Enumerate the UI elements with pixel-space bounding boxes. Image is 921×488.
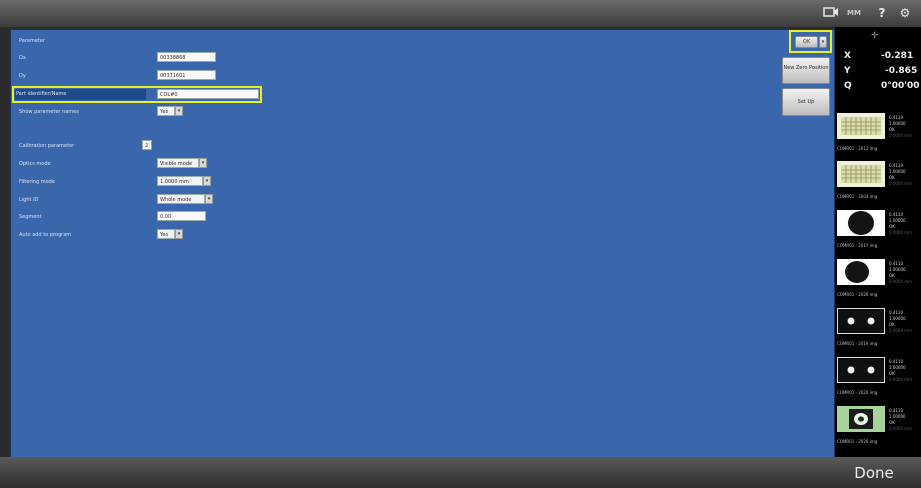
thumbnail-info: 0.4110 1.00000 OK 0.0000 mm (889, 115, 913, 138)
thumbnail-caption: COMR01 - 2017 img (837, 243, 878, 248)
chevron-down-icon: ▾ (175, 106, 183, 116)
row-label-dx: Dx (19, 55, 26, 61)
row-label-show-names: Show parameter names (19, 109, 79, 115)
filtering-select[interactable]: 1.0000 mm ▾ (157, 176, 211, 186)
thumbnail-item[interactable]: 0.4110 1.00000 OK 0.0000 mm COMR01 - 2004 i… (837, 161, 921, 204)
settings-icon[interactable]: ⚙ (898, 6, 912, 20)
auto-add-select[interactable]: Yes ▾ (157, 229, 183, 239)
grid-pattern-thumbnail (837, 113, 885, 139)
thumbnail-info: 0.4110 1.00000 OK 0.0000 mm (889, 310, 913, 333)
bottom-toolbar (0, 457, 921, 488)
dx-field[interactable]: 00338868 (157, 52, 216, 62)
thumbnail-info: 0.4110 1.00000 OK 0.0000 mm (889, 359, 913, 382)
auto-add-value: Yes (160, 232, 169, 238)
green-circle-thumbnail (837, 406, 885, 432)
filtering-value: 1.0000 mm (160, 179, 189, 185)
show-names-value: Yes (160, 109, 169, 115)
ok-dropdown-button[interactable]: ▾ (819, 36, 827, 48)
thumbnail-info: 0.4110 1.00000 OK 0.0000 mm (889, 408, 913, 431)
thumbnail-item[interactable]: 0.4110 1.00000 OK 0.0000 mm COMR01 - 2026 i… (837, 259, 921, 302)
top-toolbar: MM ? ⚙ (0, 0, 921, 27)
chevron-down-icon: ▾ (203, 176, 211, 186)
calibration-field[interactable]: 2 (142, 140, 152, 150)
help-button[interactable]: ? (876, 6, 888, 20)
thumbnail-caption: COMR01 - 2012 img (837, 146, 878, 151)
thumbnail-info: 0.4110 1.00000 OK 0.0000 mm (889, 212, 913, 235)
dark-circle-thumbnail (837, 259, 885, 285)
section-title: Parameter (19, 38, 46, 44)
thumbnail-info: 0.4110 1.00000 OK 0.0000 mm (889, 261, 913, 284)
optics-select[interactable]: Visible mode ▾ (157, 158, 207, 168)
dy-field[interactable]: 00371601 (157, 70, 216, 80)
y-label: Y (844, 66, 851, 76)
chevron-down-icon: ▾ (821, 39, 825, 45)
chevron-down-icon: ▾ (205, 194, 213, 204)
thumbnail-caption: COMR01 - 2026 img (837, 390, 878, 395)
y-value: -0.865 (885, 66, 918, 76)
set-zero-button[interactable]: New Zero Position (782, 57, 830, 84)
q-value: 0°00'00 (881, 81, 920, 91)
x-label: X (844, 51, 851, 61)
row-label-light: Light ID (19, 197, 39, 203)
segment-field[interactable]: 0.00 (157, 211, 206, 221)
thumbnail-item[interactable]: 0.4110 1.00000 OK 0.0000 mm COMR01 - 2026 i… (837, 406, 921, 448)
thumbnail-caption: COMR01 - 2004 img (837, 194, 878, 199)
thumbnail-item[interactable]: 0.4110 1.00000 OK 0.0000 mm COMR01 - 2017 i… (837, 210, 921, 253)
show-names-select[interactable]: Yes ▾ (157, 106, 183, 116)
crosshair-icon: ✛ (871, 31, 879, 41)
row-label-calibration: Calibration parameter (19, 143, 75, 149)
row-label-optics: Optics mode (19, 161, 51, 167)
chevron-down-icon: ▾ (175, 229, 183, 239)
row-label-segment: Segment (19, 214, 42, 220)
set-up-button[interactable]: Set Up (782, 88, 830, 116)
light-value: Whole mode (160, 197, 192, 203)
two-dots-thumbnail (837, 308, 885, 334)
part-identifier-field[interactable]: COL#0 (157, 89, 259, 99)
mode-button[interactable]: MM (846, 6, 862, 20)
ok-button[interactable]: OK (795, 36, 818, 48)
dark-circle-thumbnail (837, 210, 885, 236)
thumbnail-item[interactable]: 0.4110 1.00000 OK 0.0000 mm COMR01 - 2026 i… (837, 357, 921, 400)
x-value: -0.281 (881, 51, 914, 61)
thumbnail-caption: COMR01 - 2026 img (837, 292, 878, 297)
chevron-down-icon: ▾ (199, 158, 207, 168)
thumbnail-item[interactable]: 0.4110 1.00000 OK 0.0000 mm COMR01 - 2019 i… (837, 308, 921, 351)
row-label-auto-add: Auto add to program (19, 232, 72, 238)
row-label-part-identifier: Part identifier/Name (16, 91, 67, 97)
thumbnail-item[interactable]: 0.4110 1.00000 OK 0.0000 mm COMR01 - 2012 i… (837, 113, 921, 156)
two-dots-thumbnail (837, 357, 885, 383)
thumbnail-info: 0.4110 1.00000 OK 0.0000 mm (889, 163, 913, 186)
row-label-filtering: Filtering mode (19, 179, 55, 185)
light-select[interactable]: Whole mode ▾ (157, 194, 213, 204)
thumbnail-caption: COMR01 - 2019 img (837, 341, 878, 346)
grid-pattern-thumbnail (837, 161, 885, 187)
optics-value: Visible mode (160, 161, 193, 167)
thumbnail-caption: COMR01 - 2026 img (837, 439, 878, 444)
done-button[interactable]: Done (844, 462, 904, 484)
camera-icon[interactable] (822, 6, 840, 20)
q-label: Q (844, 81, 852, 91)
row-label-dy: Dy (19, 73, 26, 79)
